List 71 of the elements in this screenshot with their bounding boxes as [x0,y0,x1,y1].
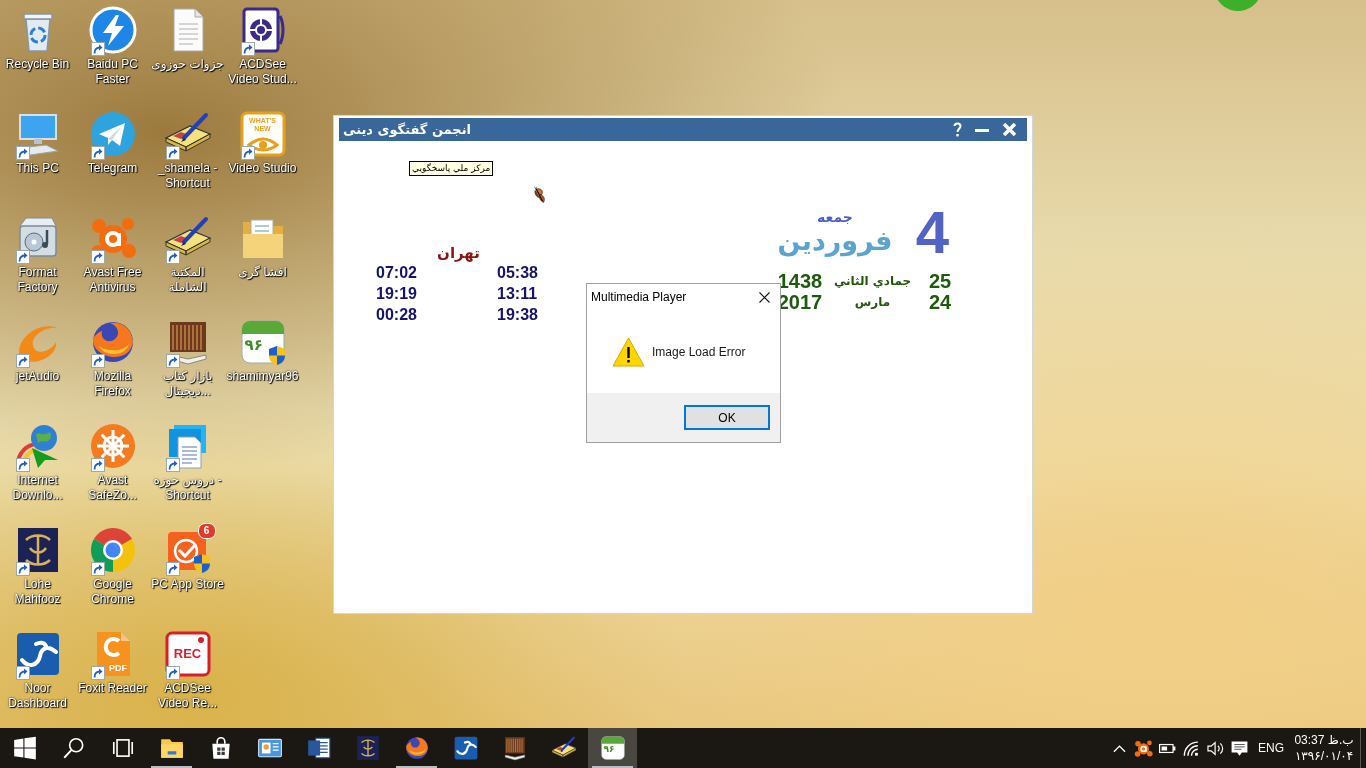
icon-label[interactable]: Avast Free Antivirus [83,265,142,295]
time-value: 05:38 [497,263,539,283]
logo-text: REC [172,647,203,660]
calendar-icon[interactable] [238,318,287,366]
fox-globe-icon [403,735,430,761]
time-value: 13:11 [497,284,539,304]
time-value: 00:28 [376,305,418,325]
icon-label[interactable]: _shamela - Shortcut [157,161,218,191]
tooltip-label: مركز ملي پاسخگويي [409,161,494,176]
icon-label[interactable]: PC App Store [151,577,224,592]
close-icon[interactable] [759,291,770,303]
taskbar-button[interactable]: ۹۶ [588,728,637,768]
logo-text: ۹۶ [244,338,263,353]
icon-label[interactable]: Internet Downlo... [12,473,63,503]
text-document-icon [305,735,332,761]
icon-label[interactable]: Google Chrome [91,577,134,607]
dialog-message: Image Load Error [652,344,746,359]
calendar-icon [599,735,626,761]
icon-label[interactable]: Video Studio [228,161,297,176]
language-button[interactable]: ENG [1252,728,1290,768]
time-value: 07:02 [376,263,418,283]
icon-label[interactable]: Baidu PC Faster [87,57,138,87]
icon-label[interactable]: Lohe Mahfooz [14,577,61,607]
icon-label[interactable]: Format Factory [17,265,58,295]
splat-logo-icon[interactable] [1134,738,1154,758]
icon-label[interactable]: shamimyar96 [226,369,299,384]
ok-button[interactable]: OK [684,405,770,430]
clock-button[interactable]: 03:37 ب.ظ ۱۳۹۶/۰۱/۰۴ [1290,728,1358,768]
icon-label[interactable]: This PC [16,161,59,176]
icon-label[interactable]: المكتبة الشاملة [168,265,207,295]
warning-icon [612,336,645,367]
circle-gadget-icon [1217,0,1259,11]
speaker-icon[interactable] [1206,738,1226,758]
browser-icon[interactable] [88,526,137,574]
icon-label[interactable]: Mozilla Firefox [93,369,132,399]
icon-label[interactable]: ACDSee Video Stud... [228,57,297,87]
book-pen-icon [550,735,577,761]
icon-label[interactable]: افشا گری [238,265,287,280]
hijri-year: 1438 [777,271,823,292]
icon-label[interactable]: بازار كتاب ديجيتال... [162,369,213,399]
emblem-icon [354,735,381,761]
city-name: تهران [436,244,481,262]
time-value: 19:38 [497,305,539,325]
logo-text: PDF [108,664,128,673]
hijri-day: 25 [928,271,952,292]
help-icon[interactable] [953,122,962,137]
ship-wheel-icon[interactable] [88,422,137,470]
month-name: فروردین [777,225,893,257]
weekday-name: جمعه [817,209,853,225]
dialog-title: Multimedia Player [591,290,687,304]
icon-label[interactable]: ACDSee Video Re... [157,681,218,711]
icon-label[interactable]: Noor Dashboard [8,681,67,711]
start-icon [11,735,38,761]
time-value: 19:19 [376,284,418,304]
lightning-icon[interactable] [88,6,137,54]
icon-label[interactable]: Recycle Bin [5,57,70,72]
icon-label[interactable]: Foxit Reader [78,681,147,696]
record-icon[interactable] [163,630,212,678]
gregorian-month: مارس [854,294,891,311]
calligraphy-icon [452,735,479,761]
message-icon[interactable] [1230,738,1250,758]
window-title: انجمن گفتگوی دینی [343,123,472,136]
icon-label[interactable]: Avast SafeZo... [88,473,137,503]
hijri-month: جمادي الثاني [833,273,912,290]
day-number: 4 [914,209,951,257]
icon-label[interactable]: Telegram [87,161,138,176]
icon-label[interactable]: jetAudio [15,369,60,384]
icon-label[interactable]: جزوات حوزوی [151,57,224,72]
gregorian-day: 24 [928,292,952,313]
paper-plane-icon[interactable] [88,110,137,158]
eye-tile-icon[interactable] [238,110,287,158]
